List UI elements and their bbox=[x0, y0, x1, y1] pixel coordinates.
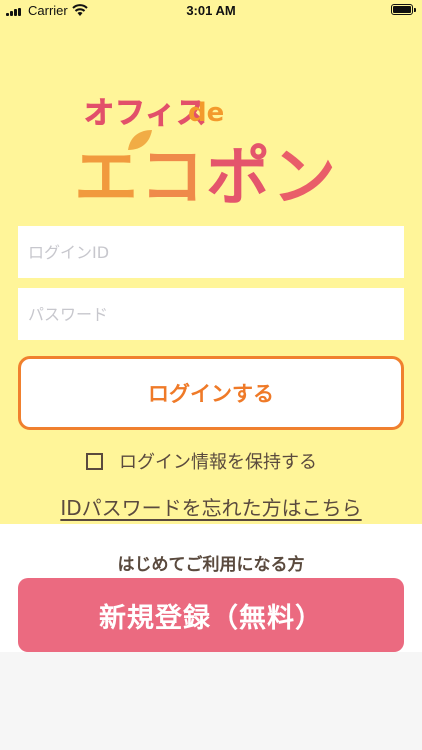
login-id-input[interactable] bbox=[18, 226, 404, 278]
status-time: 3:01 AM bbox=[186, 3, 236, 18]
first-time-label: はじめてご利用になる方 bbox=[117, 555, 305, 575]
login-button[interactable]: ログインする bbox=[18, 356, 404, 430]
logo-de-text: de bbox=[188, 98, 225, 128]
logo-char: ポ bbox=[206, 141, 272, 215]
status-bar: Carrier 3:01 AM bbox=[0, 0, 422, 22]
remember-label: ログイン情報を保持する bbox=[119, 452, 317, 473]
logo-char: コ bbox=[140, 141, 206, 215]
leaf-icon bbox=[128, 130, 152, 150]
battery-icon bbox=[391, 4, 416, 15]
register-button-label: 新規登録（無料） bbox=[99, 602, 323, 634]
app-logo: オフィス de エコポン bbox=[70, 88, 360, 216]
register-button[interactable]: 新規登録（無料） bbox=[18, 578, 404, 652]
password-input[interactable] bbox=[18, 288, 404, 340]
logo-ecopon-text: エコポン bbox=[74, 126, 338, 218]
login-button-label: ログインする bbox=[148, 382, 274, 406]
logo-char: ン bbox=[272, 141, 338, 215]
remember-login-toggle[interactable]: ログイン情報を保持する bbox=[86, 448, 317, 474]
remember-checkbox[interactable] bbox=[86, 452, 103, 470]
logo-char: エ bbox=[74, 141, 140, 215]
forgot-password-link[interactable]: IDパスワードを忘れた方はこちら bbox=[0, 492, 422, 521]
